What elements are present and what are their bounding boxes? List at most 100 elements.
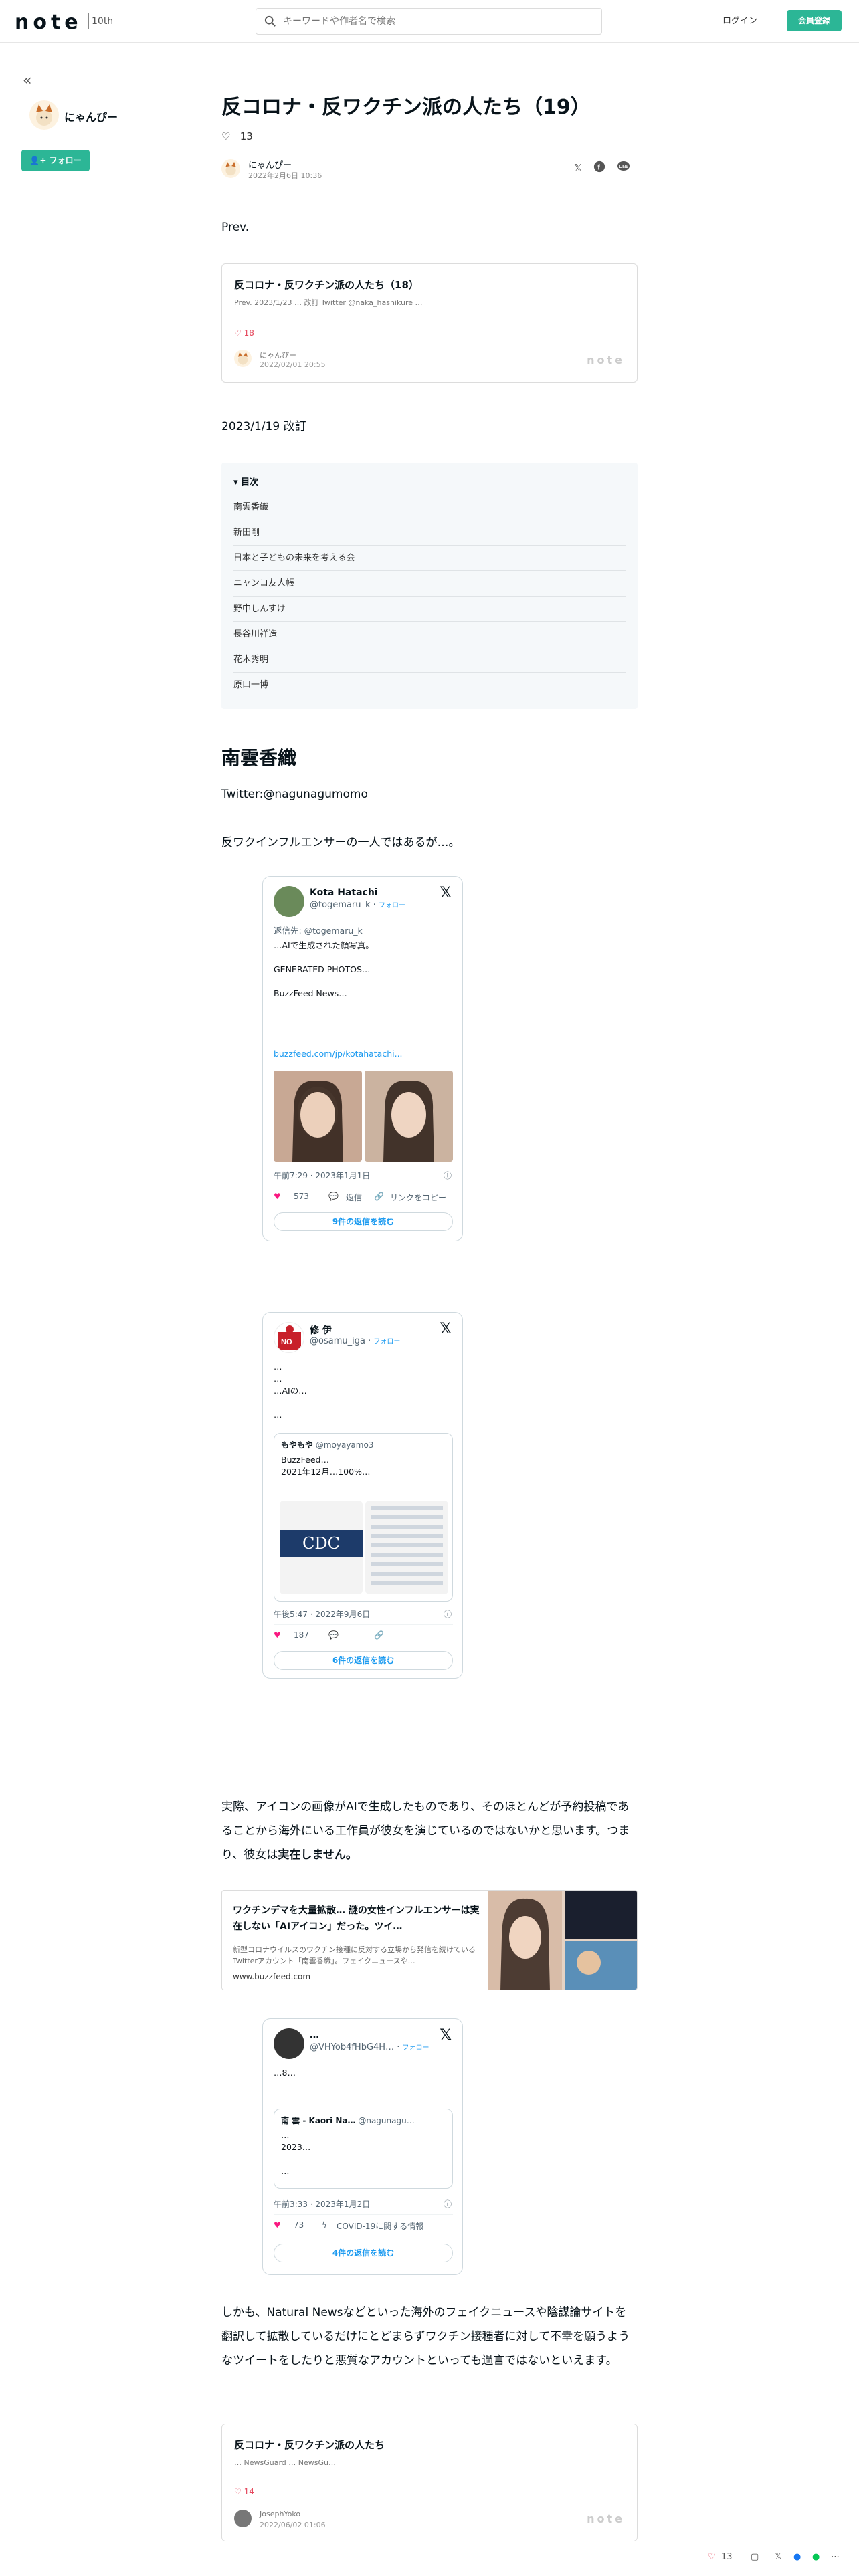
toc-item[interactable]: 長谷川祥造: [233, 622, 626, 647]
link-card-description: 新型コロナウイルスのワクチン接種に反対する立場から発信を続けているTwitter…: [233, 1945, 476, 1965]
card-author-name: にゃんぴー: [260, 351, 296, 360]
note-brand-mark: note: [587, 354, 625, 366]
search-input[interactable]: [283, 14, 591, 29]
tweet-timestamp[interactable]: 午後5:47 · 2022年9月6日: [274, 1608, 370, 1620]
tweet-photo[interactable]: [274, 1071, 362, 1162]
tweet-text: …AIで生成された顔写真。 GENERATED PHOTOS… BuzzFeed…: [274, 940, 374, 998]
like-counter[interactable]: ♡ 13: [221, 130, 253, 142]
tweet-link[interactable]: buzzfeed.com/jp/kotahatachi...: [274, 1048, 453, 1060]
heart-icon: ♡: [234, 328, 242, 338]
x-logo-icon[interactable]: 𝕏: [440, 1321, 452, 1337]
tweet-timestamp[interactable]: 午前7:29 · 2023年1月1日: [274, 1170, 370, 1181]
share-line-icon[interactable]: ●: [812, 2552, 820, 2562]
note-logo[interactable]: note: [15, 11, 82, 34]
tweet-timestamp[interactable]: 午前3:33 · 2023年1月2日: [274, 2198, 370, 2210]
tweet-follow-link[interactable]: フォロー: [379, 902, 405, 909]
share-x-icon[interactable]: 𝕏: [571, 160, 585, 175]
tweet-photo[interactable]: [365, 1071, 453, 1162]
x-logo-icon[interactable]: 𝕏: [440, 885, 452, 901]
heart-icon: ♡: [234, 2487, 242, 2496]
tweet-author-name[interactable]: …: [310, 2030, 319, 2040]
toc-item[interactable]: 花木秀明: [233, 647, 626, 673]
share-line-icon[interactable]: LINE: [616, 160, 631, 175]
quoted-name: 南 雲 - Kaori Na…: [281, 2116, 356, 2125]
share-facebook-icon[interactable]: f: [592, 160, 607, 175]
card-author-name: JosephYoko: [260, 2510, 301, 2518]
toc-item[interactable]: 原口一博: [233, 673, 626, 698]
note-brand-mark: note: [587, 2512, 625, 2525]
tweet-author-name[interactable]: 修 伊: [310, 1323, 332, 1337]
tweet-handle[interactable]: @togemaru_k · フォロー: [310, 899, 405, 910]
embedded-tweet[interactable]: NO 修 伊 @osamu_iga · フォロー 𝕏 … … …AIの… … も…: [262, 1312, 463, 1679]
creator-name[interactable]: にゃんぴー: [64, 108, 118, 124]
x-logo-icon[interactable]: 𝕏: [440, 2027, 452, 2044]
link-icon[interactable]: 🔗: [374, 1630, 384, 1640]
anniversary-badge: 10th: [88, 13, 113, 29]
copy-link-label[interactable]: リンクをコピー: [390, 1192, 446, 1203]
toc-item[interactable]: 南雲香織: [233, 495, 626, 520]
share-facebook-icon[interactable]: ●: [793, 2552, 801, 2562]
external-link-card[interactable]: ワクチンデマを大量拡散… 謎の女性インフルエンサーは実在しない「AIアイコン」だ…: [221, 1890, 638, 1990]
collapse-sidebar-icon[interactable]: «: [23, 72, 31, 89]
emphasis-text: 実在しません。: [278, 1848, 357, 1862]
related-article-card[interactable]: 反コロナ・反ワクチン派の人たち … NewsGuard … NewsGu… ♡ …: [221, 2424, 638, 2541]
tweet-avatar[interactable]: [274, 2028, 304, 2059]
info-icon[interactable]: ⓘ: [444, 2198, 452, 2210]
like-count: 13: [240, 130, 253, 142]
toc-header[interactable]: ▾ 目次: [233, 475, 258, 488]
body-paragraph: しかも、Natural Newsなどといった海外のフェイクニュースや陰謀論サイト…: [221, 2306, 630, 2367]
embedded-tweet[interactable]: Kota Hatachi @togemaru_k · フォロー 𝕏 返信先: @…: [262, 876, 463, 1241]
read-replies-button[interactable]: 4件の返信を読む: [274, 2244, 453, 2262]
info-icon[interactable]: ⓘ: [444, 1608, 452, 1620]
tweet-handle[interactable]: @osamu_iga · フォロー: [310, 1335, 400, 1346]
tweet-avatar[interactable]: [274, 886, 304, 917]
card-description: … NewsGuard … NewsGu…: [234, 2458, 336, 2467]
toc-item[interactable]: 新田剛: [233, 520, 626, 546]
author-name[interactable]: にゃんぴー: [248, 158, 292, 171]
covid-info-link[interactable]: COVID-19に関する情報: [337, 2220, 423, 2232]
login-link[interactable]: ログイン: [723, 13, 757, 26]
toc-item[interactable]: ニャンコ友人帳: [233, 571, 626, 597]
quoted-tweet-author: 南 雲 - Kaori Na… @nagunagu…: [281, 2115, 415, 2126]
author-avatar[interactable]: [221, 159, 240, 178]
quoted-image: [365, 1501, 448, 1594]
reply-bubble-icon[interactable]: 💬: [328, 1192, 339, 1201]
prev-article-card[interactable]: 反コロナ・反ワクチン派の人たち（18） Prev. 2023/1/23 … 改訂…: [221, 263, 638, 383]
quoted-name: もやもや: [281, 1440, 314, 1450]
tweet-follow-link[interactable]: フォロー: [373, 1338, 400, 1346]
tweet-avatar[interactable]: NO: [274, 1322, 304, 1353]
tweet-reply-label[interactable]: 返信: [346, 1192, 362, 1203]
share-x-icon[interactable]: 𝕏: [775, 2552, 781, 2562]
tweet-author-name[interactable]: Kota Hatachi: [310, 887, 378, 898]
revision-note: 2023/1/19 改訂: [221, 420, 306, 433]
toc-item[interactable]: 日本と子どもの未来を考える会: [233, 546, 626, 571]
quoted-tweet[interactable]: もやもや @moyayamo3 BuzzFeed… 2021年12月…100%……: [274, 1433, 453, 1602]
tweet-follow-link[interactable]: フォロー: [403, 2044, 430, 2052]
quoted-tweet[interactable]: 南 雲 - Kaori Na… @nagunagu… … 2023… …: [274, 2109, 453, 2189]
toc-item[interactable]: 野中しんすけ: [233, 597, 626, 622]
comment-icon[interactable]: ▢: [751, 2552, 759, 2562]
like-heart-icon[interactable]: ♥: [274, 1630, 281, 1640]
like-heart-icon[interactable]: ♥: [274, 1192, 281, 1201]
heart-icon[interactable]: ♡: [708, 2552, 716, 2562]
read-replies-button[interactable]: 9件の返信を読む: [274, 1212, 453, 1231]
follow-button[interactable]: 👤+ フォロー: [21, 150, 90, 171]
embedded-tweet[interactable]: … @VHYob4fHbG4H… · フォロー 𝕏 …8… 南 雲 - Kaor…: [262, 2018, 463, 2275]
signup-button[interactable]: 会員登録: [787, 10, 842, 31]
like-heart-icon[interactable]: ♥: [274, 2220, 281, 2230]
tweet-handle[interactable]: @VHYob4fHbG4H… · フォロー: [310, 2042, 430, 2052]
quoted-text: BuzzFeed… 2021年12月…100%…: [281, 1455, 371, 1477]
more-icon[interactable]: ⋯: [831, 2552, 840, 2562]
creator-avatar[interactable]: [29, 100, 59, 130]
heart-icon[interactable]: ♡: [221, 130, 230, 142]
tweet-reply-to: 返信先: @togemaru_k: [274, 926, 363, 936]
info-icon[interactable]: ⓘ: [444, 1170, 452, 1181]
search-box[interactable]: [256, 8, 602, 35]
link-icon[interactable]: 🔗: [374, 1192, 384, 1201]
read-replies-button[interactable]: 6件の返信を読む: [274, 1651, 453, 1670]
card-likes: ♡ 18: [234, 328, 254, 338]
card-author-avatar: [234, 2510, 252, 2527]
reply-bubble-icon[interactable]: 💬: [328, 1630, 339, 1640]
top-header: note 10th ログイン 会員登録: [0, 0, 859, 43]
tweet-actions: ♥ 573 💬 返信 🔗 リンクをコピー: [274, 1186, 453, 1203]
